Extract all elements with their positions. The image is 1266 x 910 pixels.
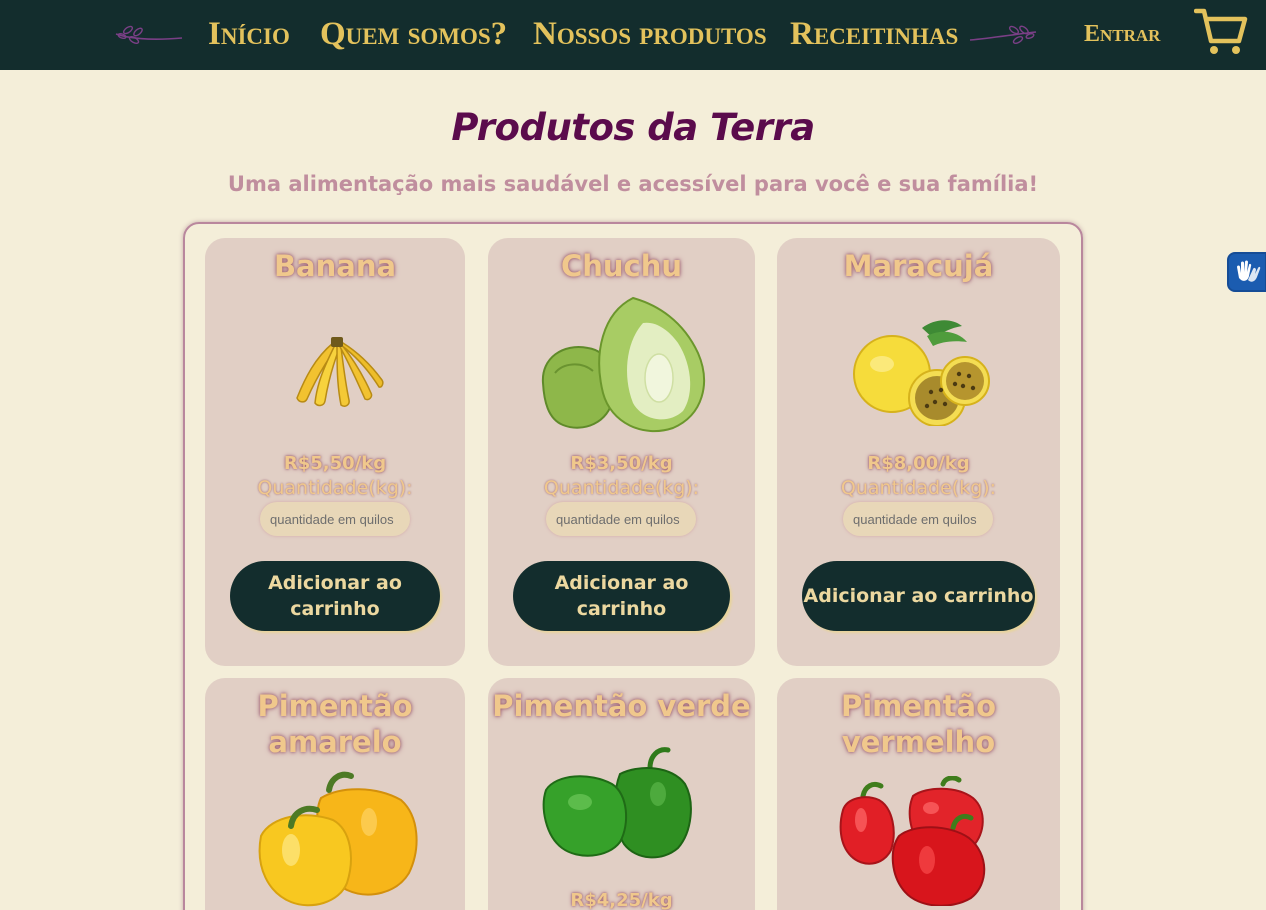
product-price: R$4,25/kg (570, 890, 673, 910)
navbar: Início Quem somos? Nossos produtos Recei… (0, 0, 1266, 70)
nav-link-receitinhas[interactable]: Receitinhas (790, 14, 958, 54)
yellow-pepper-image (258, 771, 418, 907)
product-card-pimentao-vermelho: Pimentão vermelho (777, 678, 1060, 910)
product-name: Pimentão amarelo (257, 689, 413, 759)
product-price: R$8,00/kg (867, 453, 970, 474)
quantity-label: Quantidade(kg): (257, 477, 413, 499)
product-price: R$3,50/kg (570, 453, 673, 474)
product-name: Banana (273, 249, 397, 283)
chuchu-image (541, 296, 706, 433)
red-pepper-image (839, 776, 986, 906)
product-name: Maracujá (843, 249, 994, 283)
product-price: R$5,50/kg (283, 453, 387, 474)
quantity-input[interactable] (260, 502, 410, 536)
nav-link-nossos-produtos[interactable]: Nossos produtos (533, 14, 767, 54)
login-link[interactable]: Entrar (1084, 16, 1160, 52)
add-to-cart-button[interactable]: Adicionar ao carrinho (513, 561, 730, 631)
add-to-cart-button[interactable]: Adicionar ao carrinho (802, 561, 1035, 631)
cart-icon[interactable] (1194, 6, 1248, 58)
product-card-chuchu: Chuchu R$3,50/kg Quantidade(kg): Adicion… (488, 238, 755, 666)
quantity-label: Quantidade(kg): (543, 477, 700, 499)
product-card-pimentao-verde: Pimentão verde R$4,25/kg (488, 678, 755, 910)
page-title: Produtos da Terra (451, 106, 815, 149)
add-to-cart-button[interactable]: Adicionar ao carrinho (230, 561, 440, 631)
product-card-maracuja: Maracujá R$8,00/kg Quantidade(kg): Adici… (777, 238, 1060, 666)
quantity-input[interactable] (546, 502, 696, 536)
product-name: Pimentão verde (492, 689, 751, 723)
product-name: Pimentão vermelho (840, 689, 997, 759)
quantity-input[interactable] (843, 502, 993, 536)
banana-image (296, 337, 384, 407)
sprig-right-icon (969, 25, 1037, 45)
sign-language-widget[interactable] (1227, 252, 1266, 292)
product-name: Chuchu (560, 249, 683, 283)
green-pepper-image (542, 747, 692, 859)
maracuja-image (853, 320, 990, 426)
sprig-left-icon (115, 25, 183, 45)
sign-language-icon (1237, 260, 1261, 282)
product-card-banana: Banana R$5,50/kg Quantidade(kg): Adicion… (205, 238, 465, 666)
page-subtitle: Uma alimentação mais saudável e acessíve… (227, 172, 1039, 196)
product-card-pimentao-amarelo: Pimentão amarelo (205, 678, 465, 910)
quantity-label: Quantidade(kg): (840, 477, 997, 499)
nav-link-inicio[interactable]: Início (208, 14, 290, 54)
nav-link-quem-somos[interactable]: Quem somos? (320, 14, 507, 54)
